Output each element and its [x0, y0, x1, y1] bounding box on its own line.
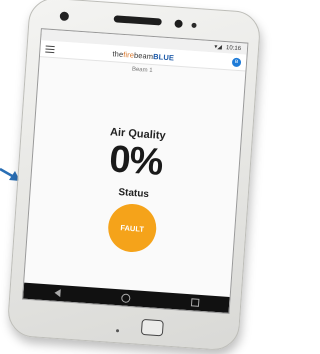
recents-icon[interactable] [190, 298, 199, 307]
light-sensor [191, 22, 197, 28]
home-icon[interactable] [120, 292, 131, 303]
proximity-sensor [174, 19, 183, 29]
signal-indicator: ▾◢ [214, 44, 223, 51]
phone-screen: ▾◢ 10:16 thefirebeamBLUE ʙ Beam 1 Air Qu… [21, 28, 249, 315]
status-time: 10:16 [225, 44, 242, 52]
fingerprint-home-button[interactable] [140, 318, 164, 337]
back-icon[interactable] [53, 288, 61, 298]
menu-icon[interactable] [45, 45, 55, 53]
brand-logo: thefirebeamBLUE [112, 48, 175, 62]
earpiece-speaker [113, 15, 162, 26]
phone-device: ▾◢ 10:16 thefirebeamBLUE ʙ Beam 1 Air Qu… [6, 0, 262, 352]
fault-status-button[interactable]: FAULT [106, 202, 158, 254]
microphone [115, 329, 120, 333]
front-camera [59, 11, 70, 22]
android-nav-bar [23, 282, 230, 313]
bluetooth-icon[interactable]: ʙ [231, 57, 242, 67]
